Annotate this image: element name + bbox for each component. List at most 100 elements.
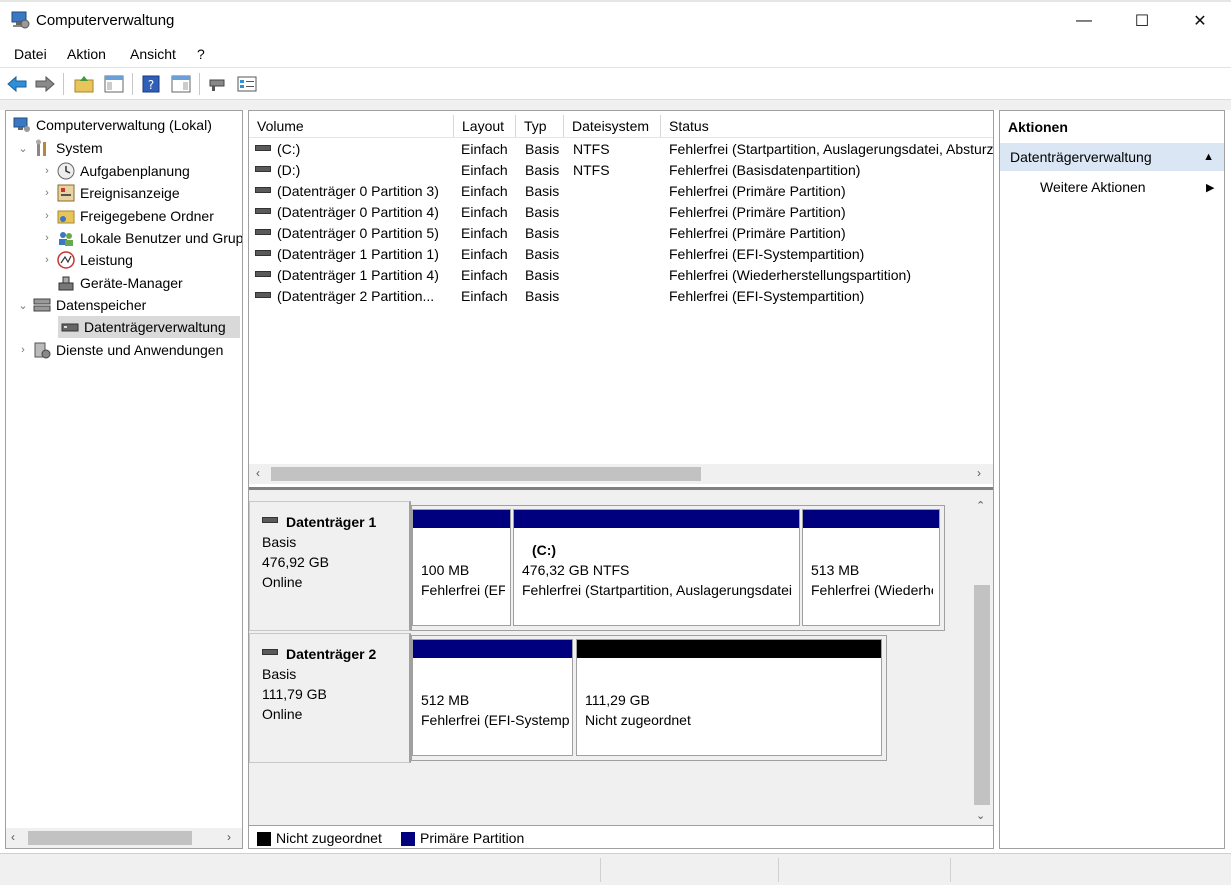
cell-layout: Einfach [461,246,508,262]
unallocated-block[interactable]: 111,29 GB Nicht zugeordnet [576,639,882,756]
tree-item-aufgabenplanung[interactable]: › Aufgabenplanung [40,160,190,182]
tree-item-label: Lokale Benutzer und Gruppen [80,230,243,246]
partition-status: Fehlerfrei (EFI-Systempartition) [421,712,569,728]
close-button[interactable]: ✕ [1171,2,1229,40]
chevron-right-icon[interactable]: › [40,210,54,222]
action-pane-icon[interactable] [170,73,192,95]
tree-item-datenspeicher[interactable]: ⌄ Datenspeicher [16,294,146,316]
submenu-arrow-icon[interactable]: ▶ [1206,181,1214,194]
column-header-typ[interactable]: Typ [516,115,564,137]
column-header-dateisystem[interactable]: Dateisystem [564,115,661,137]
disk-size: 111,79 GB [262,686,327,702]
cell-volume: (Datenträger 0 Partition 4) [277,204,439,220]
cell-layout: Einfach [461,141,508,157]
scrollbar-thumb[interactable] [28,831,192,845]
cell-volume: (Datenträger 0 Partition 3) [277,183,439,199]
menu-datei[interactable]: Datei [14,46,47,62]
tree-pane[interactable]: Computerverwaltung (Lokal) ⌄ System › Au… [5,110,243,849]
up-folder-icon[interactable] [73,73,95,95]
tree-item-dienste[interactable]: › Dienste und Anwendungen [16,339,223,361]
cell-status: Fehlerfrei (EFI-Systempartition) [669,288,865,304]
chevron-right-icon[interactable]: › [16,344,30,356]
tree-item-leistung[interactable]: › Leistung [40,249,133,271]
table-row[interactable]: (Datenträger 0 Partition 5) Einfach Basi… [249,223,993,244]
scrollbar-thumb[interactable] [271,467,701,481]
users-icon [56,229,76,247]
drive-icon [255,145,271,152]
tree-item-label: Computerverwaltung (Lokal) [36,117,212,133]
table-row[interactable]: (Datenträger 0 Partition 3) Einfach Basi… [249,181,993,202]
shared-folder-icon [56,207,76,225]
connect-icon[interactable] [207,73,229,95]
partition-block[interactable]: 513 MB Fehlerfrei (Wiederherstellungspar… [802,509,940,626]
primary-swatch [401,832,415,846]
table-row[interactable]: (C:) Einfach Basis NTFS Fehlerfrei (Star… [249,139,993,160]
partition-block-c[interactable]: (C:) 476,32 GB NTFS Fehlerfrei (Startpar… [513,509,800,626]
tree-item-root[interactable]: Computerverwaltung (Lokal) [10,114,212,136]
tree-item-freigegebene-ordner[interactable]: › Freigegebene Ordner [40,205,214,227]
actions-section-datentraegerverwaltung[interactable]: Datenträgerverwaltung ▲ [1000,143,1224,171]
column-header-status[interactable]: Status [661,115,993,137]
partition-block[interactable]: 100 MB Fehlerfrei (EFI-Systempartition) [412,509,511,626]
minimize-button[interactable]: — [1055,2,1113,40]
disk-graph-area: Datenträger 1 Basis 476,92 GB Online 100… [249,495,993,825]
chevron-right-icon[interactable]: › [40,165,54,177]
cell-typ: Basis [525,225,560,241]
disk-state: Online [262,574,303,590]
tree-item-ereignisanzeige[interactable]: › Ereignisanzeige [40,182,180,204]
chevron-right-icon[interactable]: › [40,187,54,199]
pane-splitter[interactable] [249,487,993,495]
table-row[interactable]: (Datenträger 1 Partition 4) Einfach Basi… [249,265,993,286]
cell-layout: Einfach [461,267,508,283]
tree-item-geraete-manager[interactable]: Geräte-Manager [54,272,183,294]
tree-horizontal-scrollbar[interactable]: ‹ › [6,828,242,848]
cell-layout: Einfach [461,225,508,241]
table-row[interactable]: (D:) Einfach Basis NTFS Fehlerfrei (Basi… [249,160,993,181]
drive-icon [262,649,278,655]
table-horizontal-scrollbar[interactable]: ‹ › [249,464,993,484]
forward-arrow-icon[interactable] [34,73,56,95]
scrollbar-thumb[interactable] [974,585,990,805]
window-title: Computerverwaltung [36,12,175,29]
table-row[interactable]: (Datenträger 2 Partition... Einfach Basi… [249,286,993,307]
chevron-down-icon[interactable]: ⌄ [16,299,30,312]
table-row[interactable]: (Datenträger 1 Partition 1) Einfach Basi… [249,244,993,265]
scroll-up-icon[interactable]: ⌃ [976,499,985,512]
graph-vertical-scrollbar[interactable]: ⌃ ⌄ [971,495,991,825]
tree-item-label: Aufgabenplanung [80,163,190,179]
collapse-up-icon[interactable]: ▲ [1203,151,1214,163]
tree-item-datentraegerverwaltung[interactable]: Datenträgerverwaltung [58,316,240,338]
partition-size: 111,29 GB [585,692,650,708]
chevron-right-icon[interactable]: › [40,254,54,266]
table-row[interactable]: (Datenträger 0 Partition 4) Einfach Basi… [249,202,993,223]
disk-2-label[interactable]: Datenträger 2 Basis 111,79 GB Online [249,633,411,763]
scroll-right-icon[interactable]: › [977,466,981,480]
scroll-left-icon[interactable]: ‹ [256,466,260,480]
partition-block[interactable]: 512 MB Fehlerfrei (EFI-Systempartition) [412,639,573,756]
disk-type: Basis [262,666,297,682]
maximize-button[interactable]: ☐ [1113,2,1171,40]
toolbar: ? [0,68,1231,100]
scroll-down-icon[interactable]: ⌄ [976,809,985,822]
tree-item-lokale-benutzer[interactable]: › Lokale Benutzer und Gruppen [40,227,243,249]
disk-management-icon [60,318,80,336]
show-hide-tree-icon[interactable] [103,73,125,95]
scroll-right-icon[interactable]: › [227,830,231,844]
chevron-right-icon[interactable]: › [40,232,54,244]
partition-size: 100 MB [421,562,470,578]
menu-help[interactable]: ? [197,46,205,62]
back-arrow-icon[interactable] [6,73,28,95]
help-icon[interactable]: ? [140,73,162,95]
action-weitere-aktionen[interactable]: Weitere Aktionen [1040,179,1146,195]
tree-item-system[interactable]: ⌄ System [16,137,103,159]
menu-ansicht[interactable]: Ansicht [130,46,176,62]
menu-aktion[interactable]: Aktion [67,46,106,62]
cell-layout: Einfach [461,183,508,199]
properties-icon[interactable] [236,73,258,95]
column-header-volume[interactable]: Volume [249,115,454,137]
chevron-down-icon[interactable]: ⌄ [16,142,30,155]
column-header-layout[interactable]: Layout [454,115,516,137]
disk-1-label[interactable]: Datenträger 1 Basis 476,92 GB Online [249,501,411,631]
scroll-left-icon[interactable]: ‹ [11,830,15,844]
tree-item-label: Datenspeicher [56,297,147,313]
